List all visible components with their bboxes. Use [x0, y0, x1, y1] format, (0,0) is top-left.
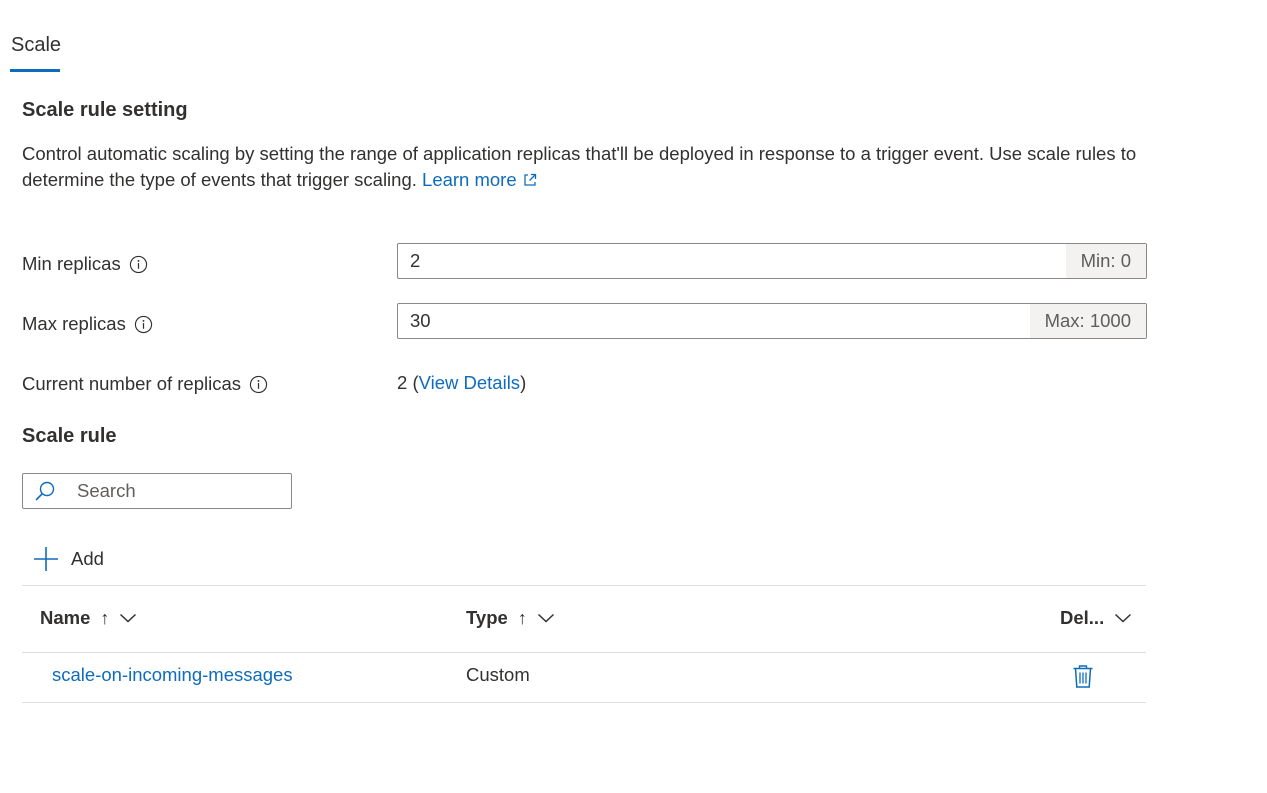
table-bottom-divider: [22, 702, 1146, 703]
column-delete-label: Del...: [1060, 607, 1105, 628]
search-input[interactable]: Search: [22, 473, 292, 509]
table-header-divider: [22, 652, 1146, 653]
learn-more-label: Learn more: [422, 169, 517, 190]
min-replicas-input[interactable]: 2 Min: 0: [397, 243, 1147, 279]
add-label: Add: [71, 548, 104, 569]
min-replicas-label: Min replicas: [22, 253, 148, 275]
column-type-label: Type: [466, 607, 508, 628]
trash-icon[interactable]: [1072, 664, 1094, 689]
scale-rule-title: Scale rule: [22, 425, 117, 447]
max-replicas-label-text: Max replicas: [22, 313, 126, 334]
current-replicas-value: 2 (View Details): [397, 372, 526, 394]
rule-name-link[interactable]: scale-on-incoming-messages: [52, 664, 293, 686]
sort-ascending-icon: ↑: [100, 607, 110, 628]
info-icon[interactable]: [129, 255, 148, 274]
table-top-divider: [22, 585, 1146, 586]
max-replicas-label: Max replicas: [22, 313, 153, 335]
current-replicas-count: 2: [397, 372, 408, 393]
min-replicas-suffix: Min: 0: [1065, 244, 1146, 278]
close-paren: ): [520, 372, 527, 393]
min-replicas-label-text: Min replicas: [22, 253, 121, 274]
current-replicas-label-text: Current number of replicas: [22, 373, 242, 394]
search-icon: [35, 481, 55, 501]
tab-scale[interactable]: Scale: [11, 34, 61, 57]
column-header-delete[interactable]: Del...: [1060, 607, 1132, 629]
column-name-label: Name: [40, 607, 91, 628]
chevron-down-icon[interactable]: [537, 612, 555, 624]
max-replicas-suffix: Max: 1000: [1029, 304, 1146, 338]
current-replicas-label: Current number of replicas: [22, 373, 268, 395]
plus-icon: [34, 547, 58, 571]
info-icon[interactable]: [249, 375, 268, 394]
sort-ascending-icon: ↑: [517, 607, 527, 628]
max-replicas-value[interactable]: 30: [398, 304, 1030, 338]
chevron-down-icon[interactable]: [1114, 612, 1132, 624]
search-placeholder: Search: [77, 480, 136, 501]
min-replicas-value[interactable]: 2: [398, 244, 1066, 278]
column-header-type[interactable]: Type ↑: [466, 607, 555, 629]
tab-active-indicator: [10, 69, 60, 72]
rule-type-cell: Custom: [466, 664, 530, 685]
scale-rule-description: Control automatic scaling by setting the…: [22, 141, 1142, 193]
learn-more-link[interactable]: Learn more: [422, 169, 537, 190]
scale-rule-setting-title: Scale rule setting: [22, 99, 188, 121]
description-text: Control automatic scaling by setting the…: [22, 143, 1137, 190]
info-icon[interactable]: [134, 315, 153, 334]
max-replicas-input[interactable]: 30 Max: 1000: [397, 303, 1147, 339]
external-link-icon: [523, 173, 536, 186]
add-button[interactable]: Add: [33, 544, 104, 574]
chevron-down-icon[interactable]: [119, 612, 137, 624]
column-header-name[interactable]: Name ↑: [40, 607, 137, 629]
view-details-link[interactable]: View Details: [419, 372, 520, 393]
